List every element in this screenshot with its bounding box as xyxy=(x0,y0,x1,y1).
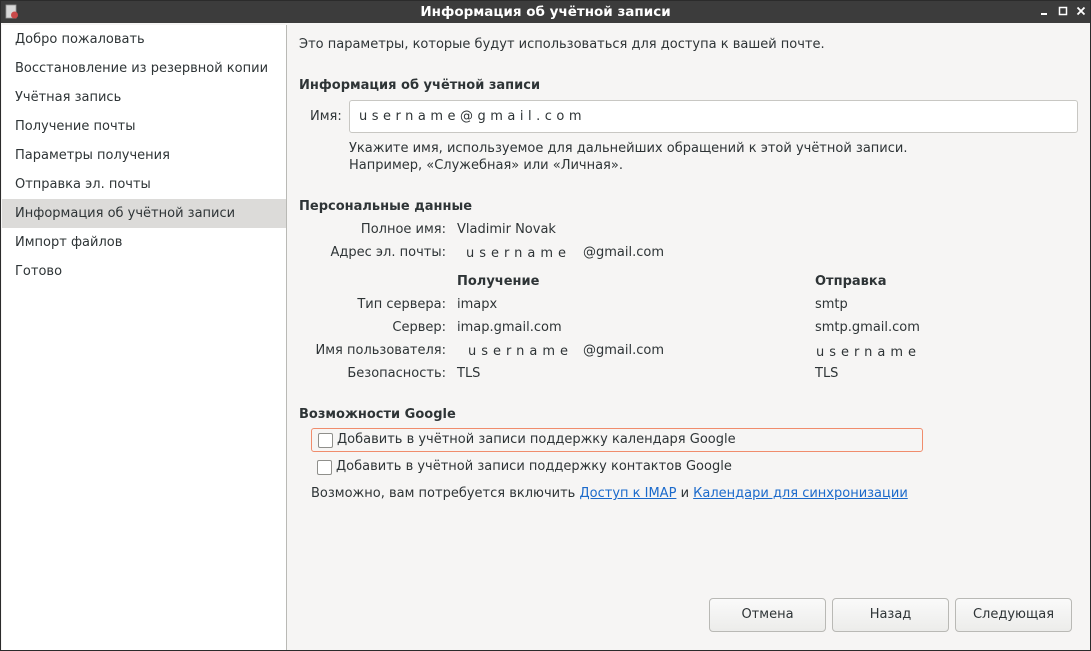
fullname-label: Полное имя: xyxy=(360,222,446,237)
personal-data-heading: Персональные данные xyxy=(299,199,473,214)
name-hint-line1: Укажите имя, используемое для дальнейших… xyxy=(349,141,908,156)
next-button[interactable]: Следующая xyxy=(955,598,1072,632)
sidebar-item-welcome[interactable]: Добро пожаловать xyxy=(2,25,286,54)
send-username: username xyxy=(816,345,921,360)
close-icon[interactable] xyxy=(1074,4,1088,18)
name-hint-line2: Например, «Служебная» или «Личная». xyxy=(349,158,623,173)
imap-access-link[interactable]: Доступ к IMAP xyxy=(579,486,676,501)
receive-username-user: username xyxy=(468,344,573,359)
email-user-value: username xyxy=(466,246,571,261)
maximize-icon[interactable] xyxy=(1056,4,1070,18)
back-button[interactable]: Назад xyxy=(832,598,949,632)
google-contacts-option[interactable]: Добавить в учётной записи поддержку конт… xyxy=(311,456,923,480)
google-calendar-checkbox-label[interactable]: Добавить в учётной записи поддержку кале… xyxy=(337,432,736,447)
security-label: Безопасность: xyxy=(347,366,446,381)
account-info-window: Информация об учётной записи Добро пожал… xyxy=(0,0,1091,651)
sending-column-header: Отправка xyxy=(815,274,887,289)
send-security: TLS xyxy=(815,366,839,381)
email-domain-value: @gmail.com xyxy=(583,245,665,260)
main-content: Это параметры, которые будут использоват… xyxy=(288,25,1090,650)
google-note: Возможно, вам потребуется включить Досту… xyxy=(311,486,908,501)
assistant-steps-sidebar: Добро пожаловать Восстановление из резер… xyxy=(2,25,287,650)
sidebar-item-restore-backup[interactable]: Восстановление из резервной копии xyxy=(2,54,286,83)
window-title: Информация об учётной записи xyxy=(420,4,671,20)
cancel-button[interactable]: Отмена xyxy=(709,598,826,632)
sidebar-item-done[interactable]: Готово xyxy=(2,257,286,286)
name-label: Имя: xyxy=(310,109,342,124)
receiving-column-header: Получение xyxy=(457,274,540,289)
account-name-input[interactable] xyxy=(349,100,1078,133)
google-calendar-checkbox[interactable] xyxy=(318,433,333,448)
receive-server: imap.gmail.com xyxy=(457,320,562,335)
send-server-type: smtp xyxy=(815,297,848,312)
send-server: smtp.gmail.com xyxy=(815,320,920,335)
receive-username-domain: @gmail.com xyxy=(583,343,665,358)
username-label: Имя пользователя: xyxy=(315,343,446,358)
google-contacts-checkbox[interactable] xyxy=(317,460,332,475)
server-label: Сервер: xyxy=(392,320,446,335)
sidebar-item-receiving-options[interactable]: Параметры получения xyxy=(2,141,286,170)
google-note-prefix: Возможно, вам потребуется включить xyxy=(311,486,576,501)
sidebar-item-account-info[interactable]: Информация об учётной записи xyxy=(2,199,286,228)
sidebar-item-receiving-mail[interactable]: Получение почты xyxy=(2,112,286,141)
fullname-value: Vladimir Novak xyxy=(457,222,556,237)
email-label: Адрес эл. почты: xyxy=(330,245,446,260)
server-type-label: Тип сервера: xyxy=(357,297,446,312)
google-contacts-checkbox-label[interactable]: Добавить в учётной записи поддержку конт… xyxy=(336,459,732,474)
sidebar-item-import-files[interactable]: Импорт файлов xyxy=(2,228,286,257)
receive-server-type: imapx xyxy=(457,297,498,312)
receive-security: TLS xyxy=(457,366,481,381)
minimize-icon[interactable] xyxy=(1037,4,1051,18)
google-features-heading: Возможности Google xyxy=(299,407,456,422)
google-note-and: и xyxy=(680,486,690,501)
sync-calendars-link[interactable]: Календари для синхронизации xyxy=(693,486,908,501)
google-calendar-option[interactable]: Добавить в учётной записи поддержку кале… xyxy=(311,428,923,452)
sidebar-item-sending-mail[interactable]: Отправка эл. почты xyxy=(2,170,286,199)
account-info-heading: Информация об учётной записи xyxy=(299,78,541,93)
intro-text: Это параметры, которые будут использоват… xyxy=(299,37,825,52)
sidebar-item-account[interactable]: Учётная запись xyxy=(2,83,286,112)
title-bar[interactable]: Информация об учётной записи xyxy=(1,1,1090,23)
